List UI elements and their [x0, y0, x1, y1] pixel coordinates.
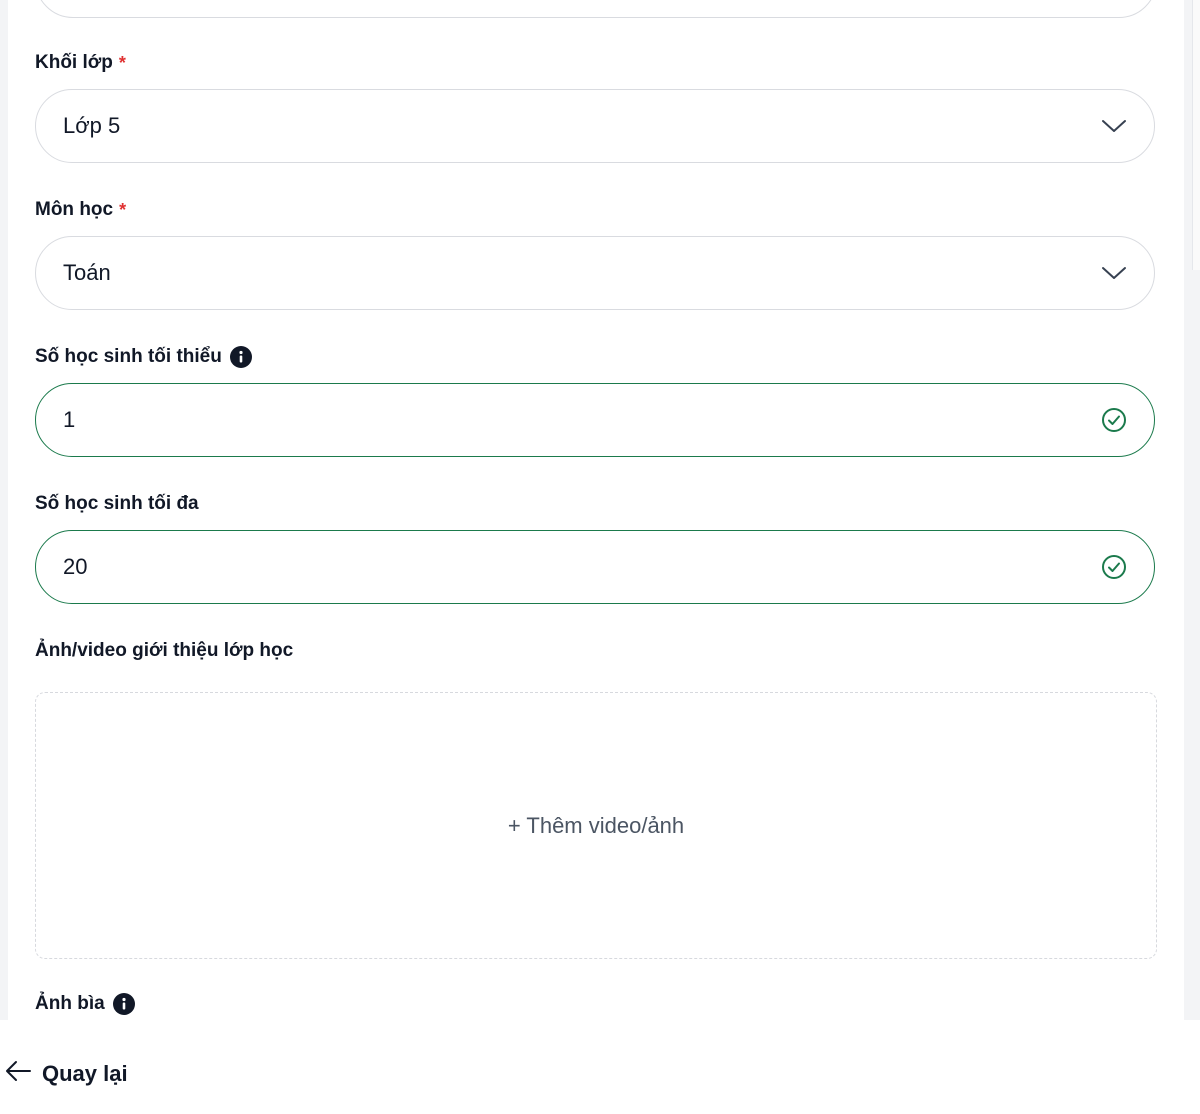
grade-label: Khối lớp *	[35, 52, 126, 73]
media-upload-dropzone[interactable]: + Thêm video/ảnh	[35, 692, 1157, 959]
back-label: Quay lại	[42, 1061, 128, 1086]
subject-select[interactable]: Toán	[35, 236, 1155, 310]
cover-label: Ảnh bìa	[35, 993, 135, 1015]
required-mark: *	[118, 52, 126, 73]
chevron-down-icon	[1100, 259, 1128, 287]
grade-select-value: Lớp 5	[63, 113, 121, 138]
max-students-label: Số học sinh tối đa	[35, 493, 199, 514]
grade-select[interactable]: Lớp 5	[35, 89, 1155, 163]
back-button[interactable]: Quay lại	[4, 1060, 128, 1088]
subject-select-value: Toán	[63, 260, 111, 285]
add-media-button[interactable]: + Thêm video/ảnh	[508, 813, 684, 839]
max-students-value: 20	[63, 554, 88, 579]
min-students-label: Số học sinh tối thiểu	[35, 346, 252, 368]
max-students-input[interactable]: 20	[35, 530, 1155, 604]
previous-field[interactable]	[35, 0, 1157, 18]
min-students-value: 1	[63, 407, 76, 432]
subject-label: Môn học *	[35, 199, 127, 220]
chevron-down-icon	[1100, 112, 1128, 140]
check-circle-icon	[1100, 553, 1128, 581]
side-panel-edge	[1192, 0, 1200, 270]
media-label: Ảnh/video giới thiệu lớp học	[35, 640, 294, 661]
form-panel: Khối lớp * Lớp 5 Môn học * Toán Số học s…	[8, 0, 1184, 1020]
footer-bar	[0, 1020, 1200, 1114]
min-students-input[interactable]: 1	[35, 383, 1155, 457]
required-mark: *	[119, 199, 127, 220]
check-circle-icon	[1100, 406, 1128, 434]
arrow-left-icon	[4, 1060, 32, 1088]
info-icon[interactable]	[112, 993, 135, 1015]
info-icon[interactable]	[229, 346, 252, 368]
